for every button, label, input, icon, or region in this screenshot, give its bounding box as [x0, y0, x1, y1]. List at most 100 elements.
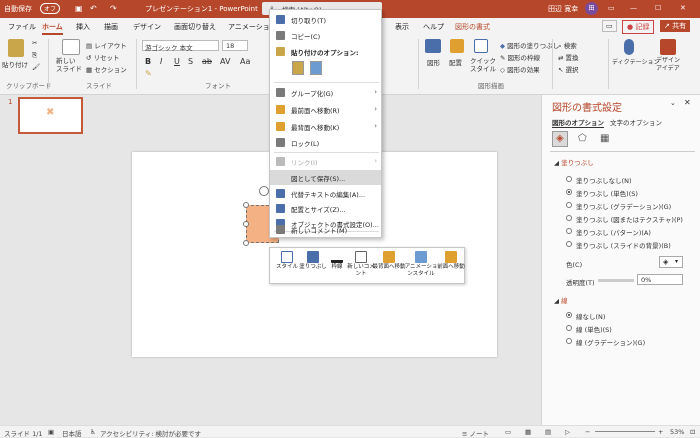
menu-item-send-back[interactable]: 最背面へ移動(K) › [270, 119, 381, 134]
underline-button[interactable]: U [174, 57, 180, 66]
resize-handle[interactable] [243, 221, 249, 227]
fill-option-label[interactable]: 塗りつぶし (単色)(S) [576, 188, 638, 198]
effects-pentagon-icon[interactable]: ⬠ [578, 133, 587, 144]
menu-item-cut[interactable]: 切り取り(T) [270, 12, 381, 27]
fill-section-toggle[interactable]: ◢ 塗りつぶし [554, 157, 594, 167]
quick-style-icon[interactable] [474, 39, 488, 53]
fill-option-radio[interactable] [566, 241, 572, 247]
fill-option-label[interactable]: 塗りつぶし (パターン)(A) [576, 227, 651, 237]
tab-shape-format[interactable]: 図形の書式 [455, 22, 490, 32]
highlight-icon[interactable]: ✎ [145, 69, 152, 78]
paste-button[interactable]: 貼り付け [2, 59, 28, 69]
close-icon[interactable]: ✕ [680, 4, 686, 12]
shapes-button[interactable]: 図形 [427, 57, 440, 67]
menu-item-size-position[interactable]: 配置とサイズ(Z)... [270, 201, 381, 216]
user-name[interactable]: 田辺 寛幸 [548, 4, 578, 14]
undo-icon[interactable]: ↶ [90, 4, 97, 13]
line-option-label[interactable]: 線 (グラデーション)(G) [576, 337, 645, 347]
bold-button[interactable]: B [145, 57, 151, 66]
tab-draw[interactable]: 描画 [104, 22, 118, 32]
arrange-icon[interactable] [450, 39, 464, 53]
microphone-icon[interactable] [624, 39, 634, 55]
paste-picture-icon[interactable] [310, 61, 322, 75]
tab-design[interactable]: デザイン [133, 22, 161, 32]
zoom-out-icon[interactable]: − [585, 428, 590, 436]
zoom-in-icon[interactable]: + [658, 428, 663, 436]
fill-option-label[interactable]: 塗りつぶし (図またはテクスチャ)(P) [576, 214, 683, 224]
menu-item-copy[interactable]: コピー(C) [270, 28, 381, 43]
normal-view-icon[interactable]: ▭ [505, 428, 511, 436]
record-button[interactable]: ● 記録 [622, 20, 655, 34]
font-size-select[interactable]: 18 [222, 40, 248, 51]
dictate-button[interactable]: ディクテーション [612, 57, 659, 66]
cut-icon[interactable]: ✂ [32, 39, 37, 47]
menu-item-group[interactable]: グループ化(G) › [270, 85, 381, 100]
paste-keep-icon[interactable] [292, 61, 304, 75]
menu-item-edit-alt-text[interactable]: 代替テキストの編集(A)... [270, 186, 381, 201]
fit-slide-icon[interactable]: ⊡ [690, 428, 695, 436]
line-option-label[interactable]: 線 (単色)(S) [576, 324, 612, 334]
zoom-level[interactable]: 53% [670, 428, 684, 436]
transparency-input[interactable]: 0% [637, 274, 683, 285]
pane-close-icon[interactable]: ✕ [684, 98, 691, 107]
shapes-icon[interactable] [425, 39, 441, 53]
select-button[interactable]: ↖ 選択 [558, 64, 579, 74]
section-button[interactable]: ▦ セクション [86, 64, 127, 74]
line-option-radio[interactable] [566, 325, 572, 331]
rotate-handle[interactable] [259, 186, 269, 196]
bring-forward-button[interactable]: 前面へ移動 [436, 250, 466, 284]
autosave-toggle[interactable]: オフ [40, 3, 61, 14]
fill-option-radio[interactable] [566, 202, 572, 208]
line-option-label[interactable]: 線なし(N) [576, 311, 605, 321]
shape-effects-button[interactable]: ◇ 図形の効果 [500, 64, 540, 74]
line-section-toggle[interactable]: ◢ 線 [554, 295, 568, 305]
arrange-button[interactable]: 配置 [449, 57, 462, 67]
slideshow-icon[interactable]: ▷ [565, 428, 570, 436]
layout-button[interactable]: ▤ レイアウト [86, 40, 127, 50]
comments-icon[interactable]: ▭ [602, 20, 617, 32]
fill-option-radio[interactable] [566, 215, 572, 221]
tab-shape-options[interactable]: 図形のオプション [552, 117, 604, 128]
tab-transitions[interactable]: 画面切り替え [174, 22, 216, 32]
menu-item-save-as-picture[interactable]: 図として保存(S)... [270, 170, 381, 185]
tab-file[interactable]: ファイル [8, 22, 36, 32]
spellcheck-icon[interactable]: ▣ [48, 428, 54, 436]
menu-item-bring-front[interactable]: 最前面へ移動(R) › [270, 102, 381, 117]
ribbon-display-icon[interactable]: ▭ [608, 4, 615, 12]
shape-outline-button[interactable]: ✎ 図形の枠線 [500, 52, 540, 62]
pane-options-icon[interactable]: ⌄ [670, 99, 676, 107]
designer-icon[interactable] [660, 39, 676, 55]
fill-option-label[interactable]: 塗りつぶし (スライドの背景)(B) [576, 240, 671, 250]
fill-option-radio[interactable] [566, 189, 572, 195]
animation-style-button[interactable]: アニメーションスタイル [404, 250, 438, 284]
size-properties-icon[interactable]: ▦ [600, 133, 609, 144]
transparency-slider[interactable] [598, 279, 634, 282]
fill-option-label[interactable]: 塗りつぶしなし(N) [576, 175, 632, 185]
menu-item-lock[interactable]: ロック(L) [270, 135, 381, 150]
redo-icon[interactable]: ↷ [110, 4, 117, 13]
new-slide-button[interactable]: 新しい スライド [56, 57, 82, 73]
find-button[interactable]: ⌕ 検索 [558, 40, 577, 51]
designer-button[interactable]: デザイン アイデア [656, 57, 680, 73]
shape-fill-button[interactable]: ◆ 図形の塗りつぶし [500, 40, 559, 50]
reset-button[interactable]: ↺ リセット [86, 52, 120, 62]
format-painter-icon[interactable]: 🖌 [32, 63, 40, 71]
menu-item-new-comment[interactable]: 新しいコメント(M) [270, 222, 381, 237]
replace-button[interactable]: ⇄ 置換 [558, 52, 579, 62]
minimize-icon[interactable]: — [630, 4, 637, 12]
fill-line-tab[interactable]: ◈ [552, 131, 568, 147]
paste-icon[interactable] [8, 39, 24, 57]
strikethrough-button[interactable]: ab [202, 57, 212, 66]
italic-button[interactable]: I [160, 57, 162, 66]
maximize-icon[interactable]: ☐ [655, 4, 661, 12]
share-button[interactable]: ↗ 共有 [660, 20, 691, 32]
avatar[interactable]: 田 [585, 2, 598, 15]
tab-help[interactable]: ヘルプ [423, 22, 444, 32]
tab-home[interactable]: ホーム [42, 22, 63, 35]
save-icon[interactable]: ▣ [75, 4, 83, 13]
shadow-button[interactable]: S [188, 57, 193, 66]
color-picker[interactable]: ◈ ▾ [659, 256, 683, 268]
copy-icon[interactable]: ⎘ [32, 51, 37, 60]
resize-handle[interactable] [243, 240, 249, 246]
spacing-button[interactable]: AV [220, 57, 230, 66]
